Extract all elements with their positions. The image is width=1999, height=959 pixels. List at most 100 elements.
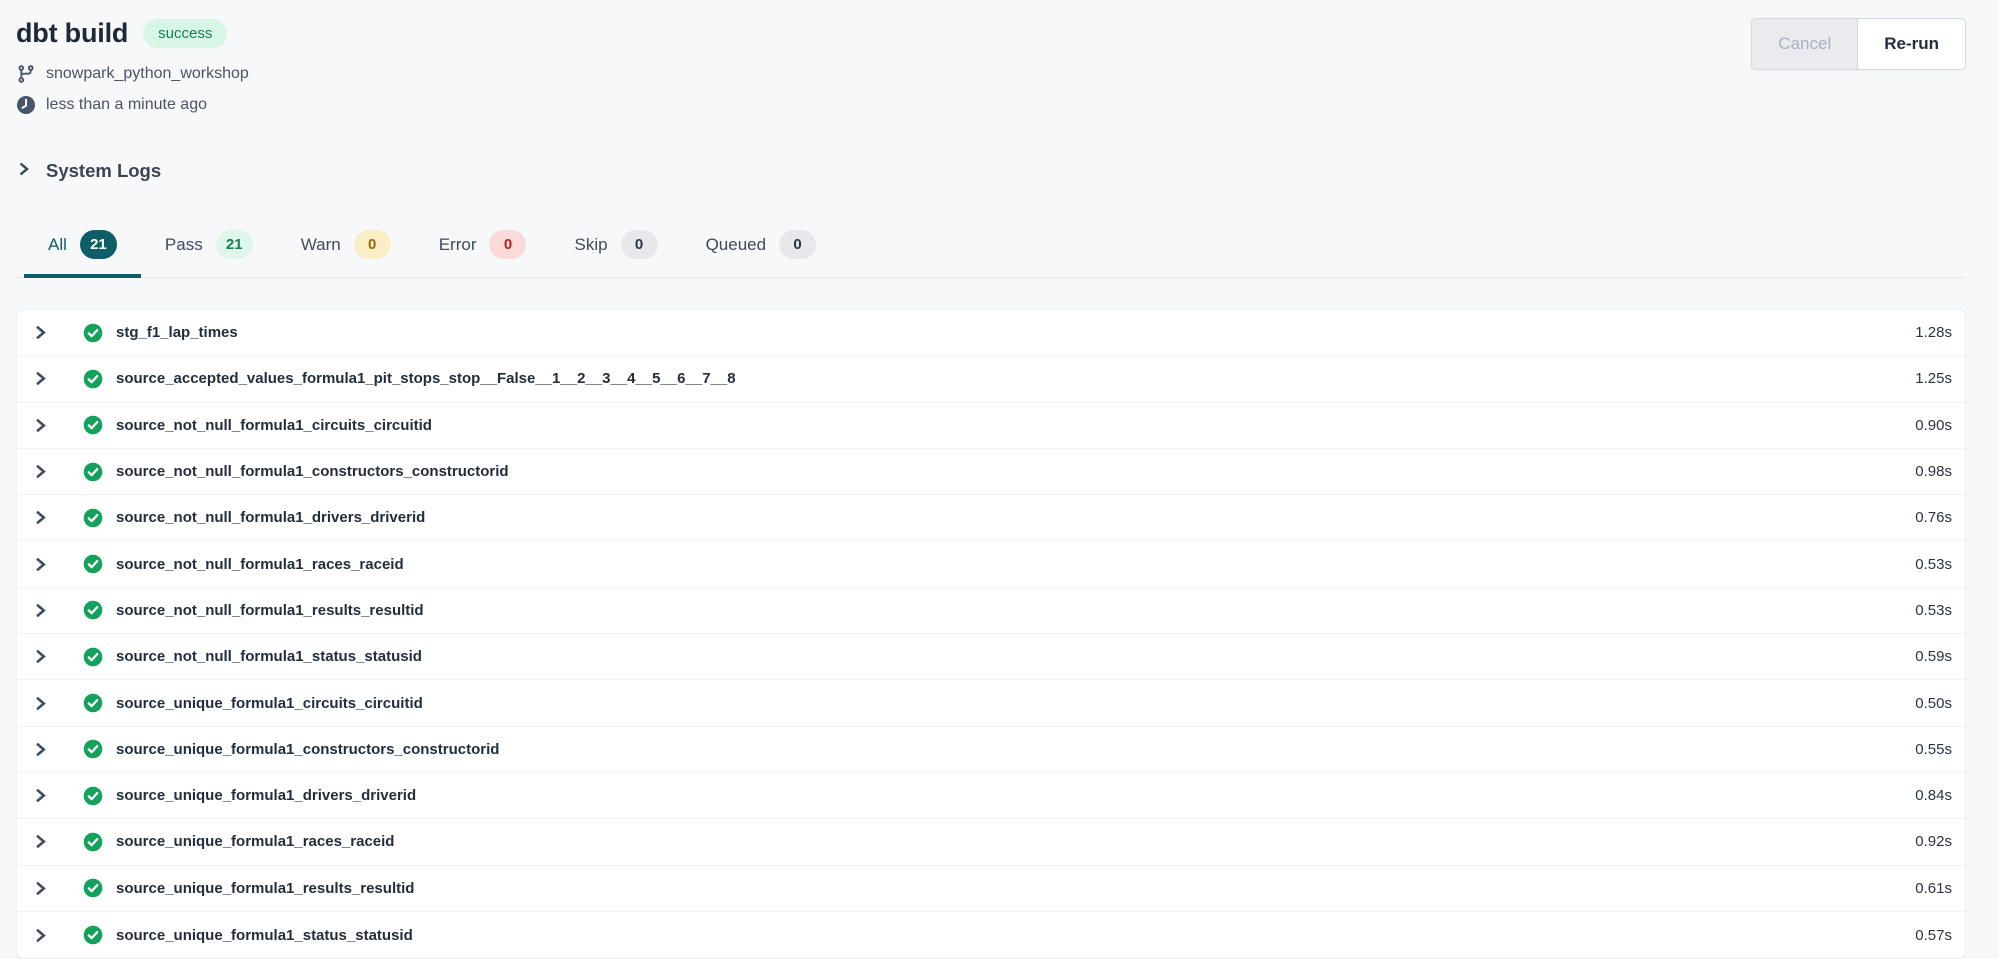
result-duration: 1.25s	[1915, 370, 1952, 387]
expand-chevron-icon[interactable]	[32, 880, 49, 897]
result-name: source_accepted_values_formula1_pit_stop…	[116, 370, 1915, 387]
expand-chevron-icon[interactable]	[32, 417, 49, 434]
result-row[interactable]: source_not_null_formula1_races_raceid 0.…	[17, 541, 1965, 587]
expand-chevron-icon[interactable]	[32, 927, 49, 944]
expand-chevron-icon[interactable]	[32, 602, 49, 619]
run-actions: Cancel Re-run	[1751, 18, 1966, 70]
tab-count-badge: 0	[779, 230, 816, 259]
tab-skip[interactable]: Skip 0	[550, 222, 681, 278]
result-duration: 0.59s	[1915, 648, 1952, 665]
result-name: source_unique_formula1_races_raceid	[116, 833, 1915, 850]
expand-chevron-icon[interactable]	[32, 741, 49, 758]
success-check-icon	[83, 508, 103, 528]
result-row[interactable]: source_unique_formula1_races_raceid 0.92…	[17, 819, 1965, 865]
tab-count-badge: 21	[80, 230, 117, 259]
page-title: dbt build	[16, 18, 128, 49]
result-name: source_unique_formula1_results_resultid	[116, 880, 1915, 897]
result-row[interactable]: source_not_null_formula1_drivers_driveri…	[17, 495, 1965, 541]
results-list: stg_f1_lap_times 1.28s source_accepted_v…	[16, 309, 1966, 959]
tab-error[interactable]: Error 0	[415, 222, 551, 278]
success-check-icon	[83, 786, 103, 806]
result-row[interactable]: source_not_null_formula1_circuits_circui…	[17, 403, 1965, 449]
header-left: dbt build success snowpark_python_worksh…	[16, 18, 249, 118]
header: dbt build success snowpark_python_worksh…	[16, 18, 1966, 118]
tab-pass[interactable]: Pass 21	[141, 222, 277, 278]
expand-chevron-icon[interactable]	[32, 648, 49, 665]
expand-chevron-icon[interactable]	[32, 370, 49, 387]
result-duration: 0.53s	[1915, 602, 1952, 619]
result-name: stg_f1_lap_times	[116, 324, 1915, 341]
system-logs-toggle[interactable]: System Logs	[16, 160, 161, 182]
tab-count-badge: 21	[216, 230, 253, 259]
result-name: source_not_null_formula1_constructors_co…	[116, 463, 1915, 480]
result-row[interactable]: source_unique_formula1_results_resultid …	[17, 866, 1965, 912]
cancel-button[interactable]: Cancel	[1752, 19, 1858, 69]
expand-chevron-icon[interactable]	[32, 787, 49, 804]
result-row[interactable]: source_unique_formula1_constructors_cons…	[17, 727, 1965, 773]
expand-chevron-icon[interactable]	[32, 556, 49, 573]
expand-chevron-icon[interactable]	[32, 695, 49, 712]
expand-chevron-icon[interactable]	[32, 509, 49, 526]
clock-icon	[16, 95, 36, 115]
run-meta: snowpark_python_workshop less than a min…	[16, 61, 249, 118]
success-check-icon	[83, 369, 103, 389]
success-check-icon	[83, 462, 103, 482]
git-branch-icon	[16, 64, 36, 84]
result-row[interactable]: source_unique_formula1_drivers_driverid …	[17, 773, 1965, 819]
run-detail-page: dbt build success snowpark_python_worksh…	[0, 0, 1999, 959]
rerun-button[interactable]: Re-run	[1858, 19, 1965, 69]
success-check-icon	[83, 554, 103, 574]
success-check-icon	[83, 925, 103, 945]
result-duration: 0.90s	[1915, 417, 1952, 434]
result-duration: 0.76s	[1915, 509, 1952, 526]
result-name: source_not_null_formula1_results_resulti…	[116, 602, 1915, 619]
tab-warn[interactable]: Warn 0	[277, 222, 415, 278]
result-duration: 0.55s	[1915, 741, 1952, 758]
tab-count-badge: 0	[489, 230, 526, 259]
result-name: source_unique_formula1_constructors_cons…	[116, 741, 1915, 758]
expand-chevron-icon[interactable]	[32, 833, 49, 850]
result-name: source_not_null_formula1_races_raceid	[116, 556, 1915, 573]
result-name: source_not_null_formula1_drivers_driveri…	[116, 509, 1915, 526]
result-duration: 0.50s	[1915, 695, 1952, 712]
result-duration: 0.92s	[1915, 833, 1952, 850]
tab-count-badge: 0	[354, 230, 391, 259]
result-duration: 1.28s	[1915, 324, 1952, 341]
expand-chevron-icon[interactable]	[32, 324, 49, 341]
success-check-icon	[83, 878, 103, 898]
success-check-icon	[83, 693, 103, 713]
result-row[interactable]: source_not_null_formula1_results_resulti…	[17, 588, 1965, 634]
success-check-icon	[83, 739, 103, 759]
result-name: source_not_null_formula1_circuits_circui…	[116, 417, 1915, 434]
result-row[interactable]: source_unique_formula1_status_statusid 0…	[17, 912, 1965, 958]
success-check-icon	[83, 832, 103, 852]
success-check-icon	[83, 415, 103, 435]
result-duration: 0.84s	[1915, 787, 1952, 804]
success-check-icon	[83, 647, 103, 667]
result-name: source_unique_formula1_drivers_driverid	[116, 787, 1915, 804]
tab-count-badge: 0	[621, 230, 658, 259]
status-tabs: All 21 Pass 21 Warn 0 Error 0 Skip 0 Que…	[16, 222, 1966, 278]
result-name: source_unique_formula1_status_statusid	[116, 927, 1915, 944]
branch-name: snowpark_python_workshop	[46, 65, 249, 83]
result-duration: 0.53s	[1915, 556, 1952, 573]
result-row[interactable]: stg_f1_lap_times 1.28s	[17, 310, 1965, 356]
expand-chevron-icon[interactable]	[32, 463, 49, 480]
result-row[interactable]: source_not_null_formula1_constructors_co…	[17, 449, 1965, 495]
result-duration: 0.57s	[1915, 927, 1952, 944]
chevron-right-icon	[16, 160, 31, 182]
tab-queued[interactable]: Queued 0	[682, 222, 841, 278]
success-check-icon	[83, 600, 103, 620]
result-duration: 0.61s	[1915, 880, 1952, 897]
result-name: source_unique_formula1_circuits_circuiti…	[116, 695, 1915, 712]
result-row[interactable]: source_not_null_formula1_status_statusid…	[17, 634, 1965, 680]
result-duration: 0.98s	[1915, 463, 1952, 480]
result-name: source_not_null_formula1_status_statusid	[116, 648, 1915, 665]
tab-all[interactable]: All 21	[24, 222, 141, 278]
run-time-ago: less than a minute ago	[46, 96, 207, 114]
result-row[interactable]: source_accepted_values_formula1_pit_stop…	[17, 356, 1965, 402]
system-logs-label: System Logs	[46, 160, 161, 182]
status-badge: success	[143, 19, 227, 48]
result-row[interactable]: source_unique_formula1_circuits_circuiti…	[17, 680, 1965, 726]
success-check-icon	[83, 323, 103, 343]
